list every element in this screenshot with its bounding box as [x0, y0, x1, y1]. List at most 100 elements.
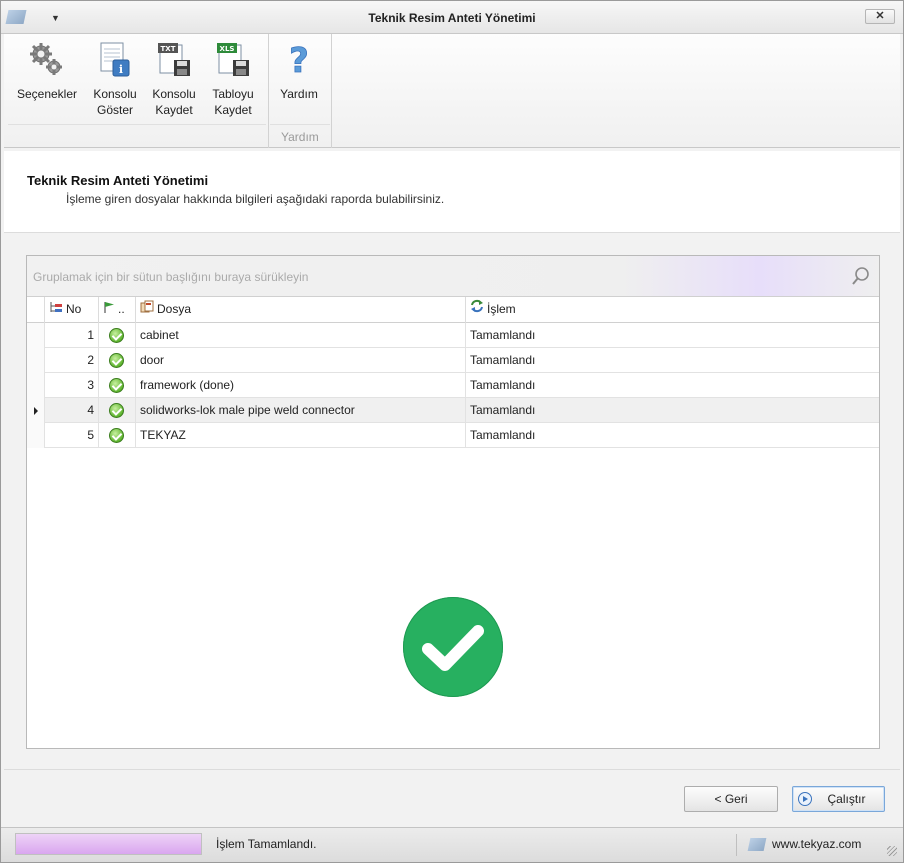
save-console-button[interactable]: TXT Konsolu Kaydet [147, 40, 201, 118]
save-table-button[interactable]: XLS Tabloyu Kaydet [206, 40, 260, 118]
column-header-status[interactable]: .. [99, 297, 136, 323]
options-button[interactable]: Seçenekler [12, 40, 82, 102]
txt-save-icon: TXT [154, 40, 194, 80]
operation-cell: Tamamlandı [470, 353, 536, 367]
table-row[interactable]: 1 cabinet Tamamlandı [27, 323, 879, 348]
table-row[interactable]: 2 door Tamamlandı [27, 348, 879, 373]
save-console-label-1: Konsolu [152, 87, 196, 101]
column-header-status-label: .. [118, 302, 125, 316]
save-table-label-2: Kaydet [214, 103, 252, 117]
success-check-icon [109, 403, 124, 418]
row-number: 2 [45, 348, 99, 373]
table-row[interactable]: 5 TEKYAZ Tamamlandı [27, 423, 879, 448]
status-cell [99, 373, 136, 398]
row-number: 1 [45, 323, 99, 348]
console-info-icon: i [95, 40, 135, 80]
back-button[interactable]: < Geri [684, 786, 778, 812]
row-indicator[interactable] [27, 323, 45, 348]
title-bar: ▼ Teknik Resim Anteti Yönetimi ✕ [1, 1, 903, 34]
success-check-icon [109, 378, 124, 393]
help-icon: ? [279, 40, 319, 82]
run-button[interactable]: Çalıştır [792, 786, 885, 812]
progress-fill [16, 834, 201, 854]
row-indicator[interactable] [27, 398, 45, 423]
column-header-file[interactable]: Dosya [136, 297, 466, 323]
status-cell [99, 423, 136, 448]
ribbon: Seçenekler i Konsolu Göster TXT Konsolu … [4, 34, 900, 148]
brand-link[interactable]: www.tekyaz.com [772, 837, 861, 851]
page-subtitle: İşleme giren dosyalar hakkında bilgileri… [66, 192, 445, 206]
success-check-icon [109, 328, 124, 343]
show-console-button[interactable]: i Konsolu Göster [88, 40, 142, 118]
show-console-label-2: Göster [96, 103, 133, 117]
row-indicator[interactable] [27, 348, 45, 373]
file-name-cell: cabinet [136, 323, 466, 348]
show-console-label-1: Konsolu [93, 87, 137, 101]
svg-text:XLS: XLS [220, 45, 235, 53]
run-button-label: Çalıştır [827, 792, 866, 806]
header-panel: Teknik Resim Anteti Yönetimi İşleme gire… [4, 151, 900, 233]
window-title: Teknik Resim Anteti Yönetimi [368, 11, 536, 25]
tekyaz-logo-icon [747, 838, 767, 851]
ribbon-group-label: Yardım [281, 130, 319, 144]
column-header-no-label: No [66, 302, 82, 316]
ribbon-separator [268, 34, 269, 148]
current-row-arrow-icon [34, 407, 38, 415]
help-button[interactable]: ? Yardım [274, 40, 324, 102]
refresh-icon [470, 297, 484, 322]
footer-divider [4, 769, 900, 770]
group-by-hint: Gruplamak için bir sütun başlığını buray… [33, 270, 309, 284]
svg-text:i: i [119, 63, 123, 76]
operation-cell: Tamamlandı [470, 328, 536, 342]
file-name-cell: door [136, 348, 466, 373]
table-row[interactable]: 3 framework (done) Tamamlandı [27, 373, 879, 398]
svg-text:TXT: TXT [161, 45, 176, 53]
status-text: İşlem Tamamlandı. [216, 837, 317, 851]
row-number: 3 [45, 373, 99, 398]
completed-check-icon [403, 597, 503, 697]
file-name-cell: TEKYAZ [136, 423, 466, 448]
search-icon[interactable] [851, 266, 871, 286]
gears-icon [27, 40, 67, 80]
page-title: Teknik Resim Anteti Yönetimi [27, 173, 209, 188]
save-console-label-2: Kaydet [155, 103, 193, 117]
close-button[interactable]: ✕ [865, 9, 895, 24]
column-header-operation[interactable]: İşlem [466, 297, 879, 323]
column-header-operation-label: İşlem [487, 302, 516, 316]
row-indicator-header [27, 297, 45, 323]
flag-icon [103, 297, 115, 322]
ribbon-group-divider-help [270, 124, 330, 125]
play-icon [798, 792, 812, 806]
status-cell [99, 348, 136, 373]
ribbon-group-divider [8, 124, 266, 125]
resize-grip-icon[interactable] [887, 846, 897, 856]
status-separator [736, 834, 737, 856]
success-check-icon [109, 428, 124, 443]
column-header-file-label: Dosya [157, 302, 192, 316]
operation-cell: Tamamlandı [470, 403, 536, 417]
operation-cell: Tamamlandı [470, 428, 536, 442]
app-window: ▼ Teknik Resim Anteti Yönetimi ✕ Seçenek… [0, 0, 904, 863]
row-number: 4 [45, 398, 99, 423]
column-header-row: No .. Dosya İşlem [27, 297, 879, 323]
status-cell [99, 398, 136, 423]
operation-cell: Tamamlandı [470, 378, 536, 392]
success-check-icon [109, 353, 124, 368]
files-icon [140, 297, 154, 322]
group-by-panel[interactable]: Gruplamak için bir sütun başlığını buray… [27, 256, 879, 297]
row-indicator[interactable] [27, 373, 45, 398]
help-button-label: Yardım [280, 87, 318, 101]
row-number: 5 [45, 423, 99, 448]
row-indicator[interactable] [27, 423, 45, 448]
column-header-no[interactable]: No [45, 297, 99, 323]
progress-bar [15, 833, 202, 855]
save-table-label-1: Tabloyu [212, 87, 254, 101]
file-name-cell: solidworks-lok male pipe weld connector [136, 398, 466, 423]
xls-save-icon: XLS [213, 40, 253, 80]
table-row-focused[interactable]: 4 solidworks-lok male pipe weld connecto… [27, 398, 879, 423]
status-bar: İşlem Tamamlandı. www.tekyaz.com [1, 827, 903, 862]
options-button-label: Seçenekler [16, 87, 78, 101]
status-cell [99, 323, 136, 348]
ribbon-separator-end [331, 34, 332, 148]
file-name-cell: framework (done) [136, 373, 466, 398]
